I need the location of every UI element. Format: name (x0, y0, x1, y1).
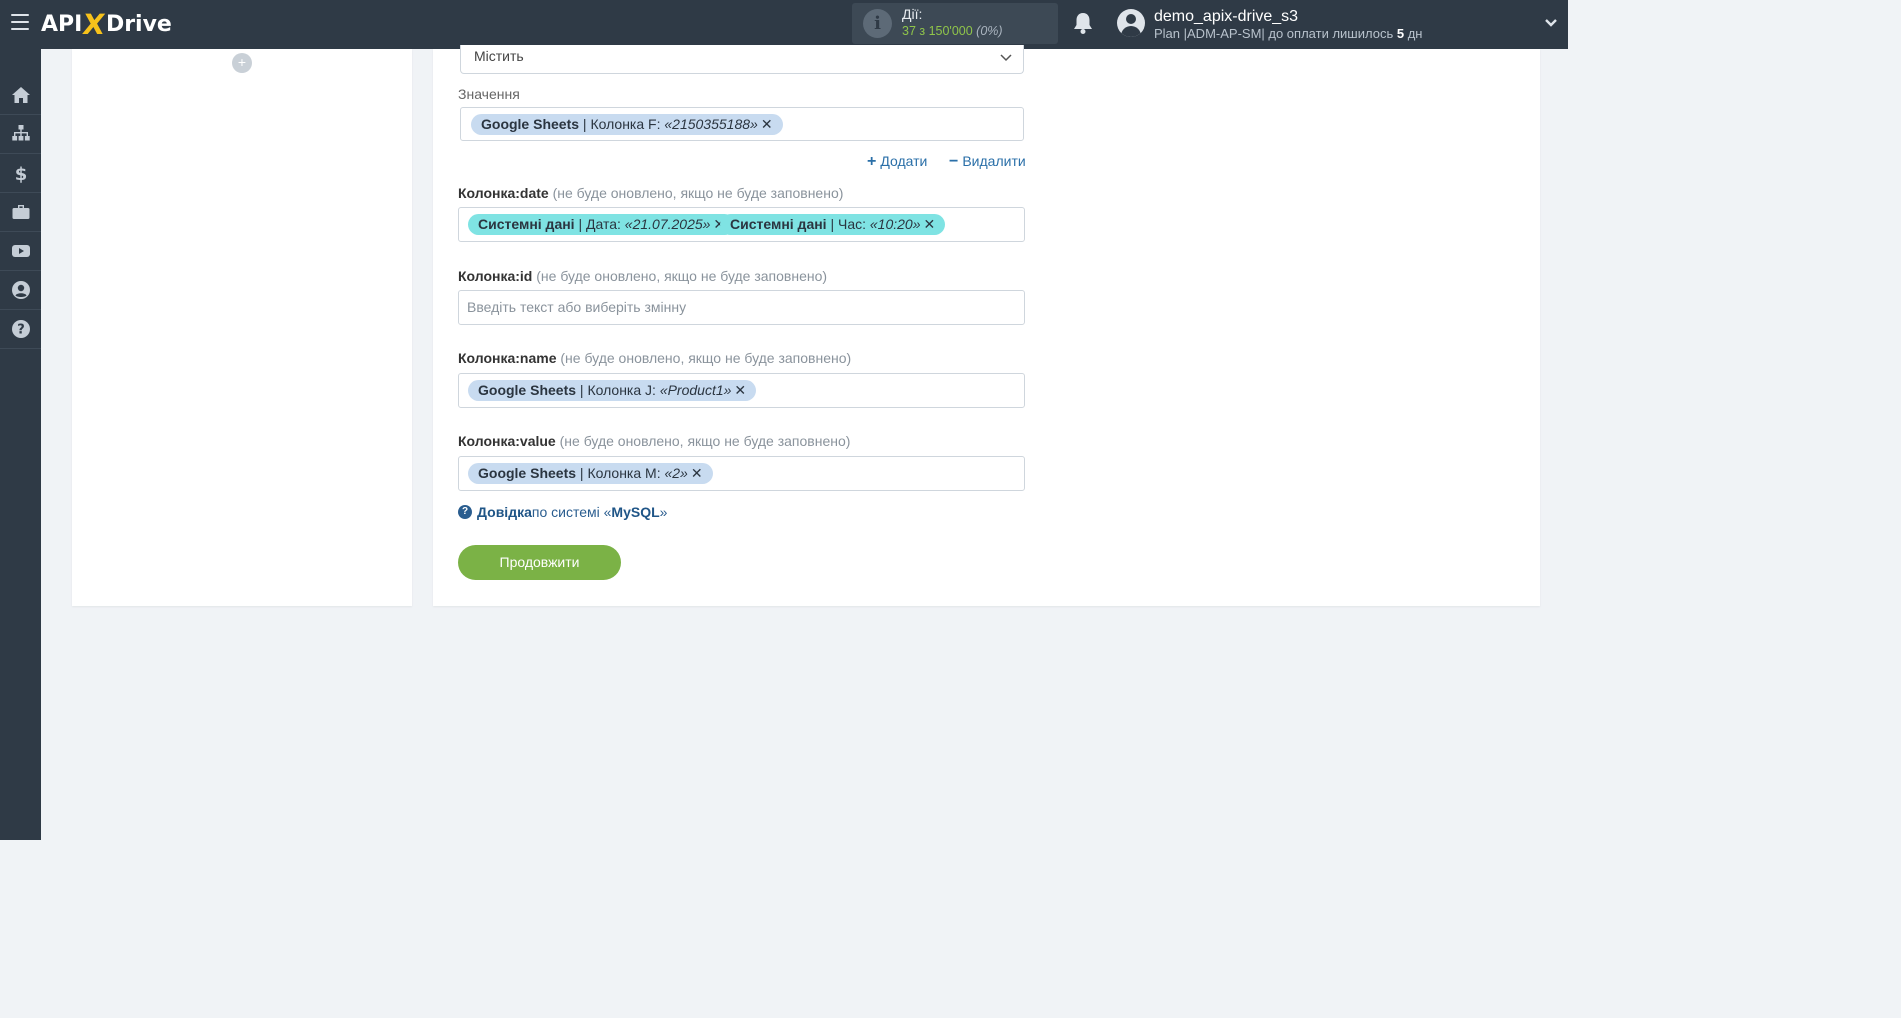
avatar[interactable] (1117, 9, 1145, 37)
user-name[interactable]: demo_apix-drive_s3 (1154, 8, 1298, 26)
sidebar-item-videos[interactable] (0, 232, 41, 271)
bell-icon[interactable] (1072, 11, 1094, 35)
add-condition-link[interactable]: + Додати (867, 153, 927, 171)
time-chip: Системні дані | Час: «10:20» ✕ (720, 214, 946, 235)
user-circle-icon (11, 281, 30, 299)
help-link[interactable]: Довідка (477, 504, 532, 520)
menu-icon[interactable] (11, 14, 29, 30)
apix-drive-logo[interactable]: API X Drive (41, 8, 172, 41)
value-label: Значення (458, 86, 520, 102)
chevron-down-icon (1000, 54, 1012, 62)
question-circle-icon: ? (458, 505, 472, 519)
value-field-input[interactable]: Google Sheets | Колонка M: «2» ✕ (458, 456, 1025, 491)
chevron-down-icon[interactable] (1544, 16, 1558, 30)
svg-text:$: $ (14, 164, 27, 183)
left-panel: + (72, 49, 412, 606)
name-chip: Google Sheets | Колонка J: «Product1» ✕ (468, 380, 757, 401)
dollar-icon: $ (14, 164, 27, 183)
sidebar-item-home[interactable] (0, 76, 41, 115)
sidebar: $ ? (0, 49, 41, 840)
main-panel: Містить Значення Google Sheets | Колонка… (433, 45, 1540, 606)
user-plan: Plan |ADM-AP-SM| до оплати лишилось 5 дн (1154, 26, 1423, 41)
date-chip: Системні дані | Дата: «21.07.2025»✕ (468, 214, 736, 235)
sitemap-icon (11, 125, 30, 141)
name-input[interactable]: Google Sheets | Колонка J: «Product1» ✕ (458, 373, 1025, 408)
field-label-value: Колонка:value (не буде оновлено, якщо не… (458, 433, 851, 449)
help-line: ? Довідка по системі «MySQL» (458, 504, 667, 520)
id-placeholder: Введіть текст або виберіть змінну (467, 299, 687, 315)
sidebar-item-services[interactable] (0, 193, 41, 232)
value-field-chip: Google Sheets | Колонка M: «2» ✕ (468, 463, 713, 484)
plus-icon: + (867, 153, 877, 170)
sidebar-item-connections[interactable] (0, 115, 41, 154)
condition-select-value: Містить (474, 48, 524, 64)
home-icon (11, 87, 30, 103)
condition-select[interactable]: Містить (460, 45, 1024, 74)
actions-count: 37 з 150'000 (0%) (902, 24, 1003, 38)
sidebar-item-help[interactable]: ? (0, 310, 41, 349)
sidebar-item-billing[interactable]: $ (0, 154, 41, 193)
question-icon: ? (11, 320, 30, 338)
date-input[interactable]: Системні дані | Дата: «21.07.2025»✕ Сист… (458, 207, 1025, 242)
field-label-date: Колонка:date (не буде оновлено, якщо не … (458, 185, 844, 201)
value-chip: Google Sheets | Колонка F: «2150355188» ✕ (471, 114, 783, 135)
minus-icon: − (949, 153, 959, 170)
field-label-name: Колонка:name (не буде оновлено, якщо не … (458, 350, 852, 366)
remove-chip-icon[interactable]: ✕ (734, 380, 746, 401)
add-step-button[interactable]: + (232, 53, 252, 73)
svg-text:?: ? (17, 323, 25, 338)
value-input[interactable]: Google Sheets | Колонка F: «2150355188» ✕ (460, 107, 1024, 141)
remove-chip-icon[interactable]: ✕ (691, 463, 703, 484)
field-label-id: Колонка:id (не буде оновлено, якщо не бу… (458, 268, 828, 284)
id-input[interactable]: Введіть текст або виберіть змінну (458, 290, 1025, 325)
briefcase-icon (12, 205, 29, 219)
help-system-name: MySQL (611, 504, 660, 520)
info-icon: i (863, 9, 892, 38)
remove-condition-link[interactable]: − Видалити (949, 153, 1026, 171)
continue-button[interactable]: Продовжити (458, 545, 621, 580)
sidebar-item-profile[interactable] (0, 271, 41, 310)
youtube-icon (11, 245, 30, 257)
actions-counter: i Дії: 37 з 150'000 (0%) (852, 3, 1058, 44)
remove-chip-icon[interactable]: ✕ (761, 114, 773, 135)
actions-title: Дії: (902, 6, 923, 22)
remove-chip-icon[interactable]: ✕ (924, 214, 936, 235)
top-bar: API X Drive i Дії: 37 з 150'000 (0%) demo_… (0, 0, 1568, 49)
